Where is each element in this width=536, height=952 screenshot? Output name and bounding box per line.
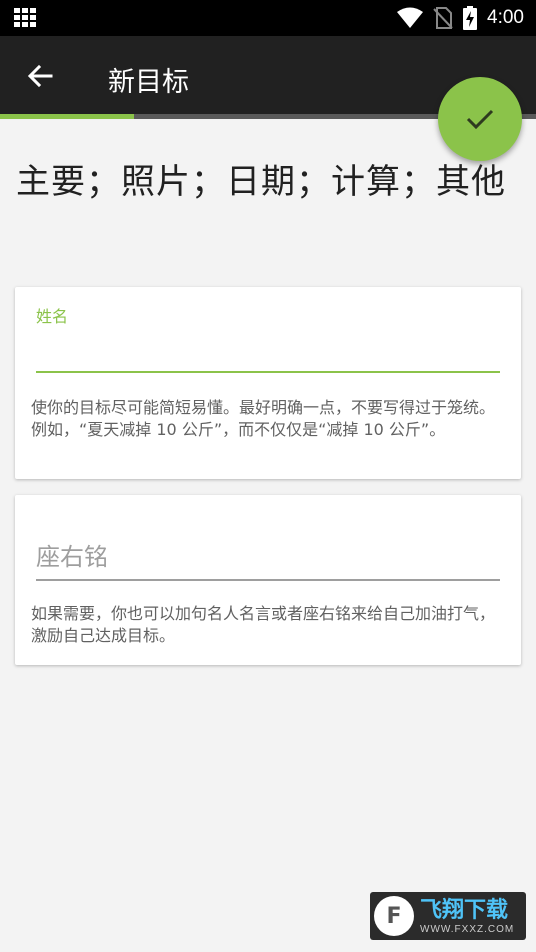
status-icons: 4:00 (397, 4, 524, 32)
watermark-url: WWW.FXXZ.COM (420, 923, 515, 935)
no-sim-icon (433, 7, 453, 29)
battery-charging-icon (463, 6, 478, 30)
motto-input[interactable] (36, 535, 500, 581)
name-input[interactable] (36, 335, 500, 373)
motto-card: 如果需要，你也可以加句名人名言或者座右铭来给自己加油打气，激励自己达成目标。 (15, 495, 521, 665)
section-tabs-heading: 主要；照片；日期；计算；其他 (16, 162, 506, 202)
name-card: 姓名 使你的目标尽可能简短易懂。最好明确一点，不要写得过于笼统。例如，“夏天减掉… (15, 287, 521, 479)
watermark-text: 飞翔下载 WWW.FXXZ.COM (420, 898, 514, 935)
name-helper-text: 使你的目标尽可能简短易懂。最好明确一点，不要写得过于笼统。例如，“夏天减掉 10… (31, 398, 496, 439)
wifi-icon (397, 7, 424, 28)
status-bar: 4:00 (0, 0, 536, 36)
watermark-title: 飞翔下载 (420, 897, 509, 923)
arrow-back-icon (27, 64, 53, 88)
name-field-label: 姓名 (36, 307, 69, 326)
status-time: 4:00 (487, 7, 524, 28)
motto-helper-text: 如果需要，你也可以加句名人名言或者座右铭来给自己加油打气，激励自己达成目标。 (31, 604, 496, 645)
watermark-logo-icon: F (374, 896, 414, 936)
app-grid-icon (14, 8, 38, 28)
step-progress-fill (0, 114, 134, 119)
watermark: F 飞翔下载 WWW.FXXZ.COM (370, 892, 526, 940)
check-icon (466, 109, 494, 130)
confirm-button[interactable] (438, 77, 522, 161)
back-button[interactable] (20, 56, 60, 96)
page-title: 新目标 (108, 67, 189, 98)
